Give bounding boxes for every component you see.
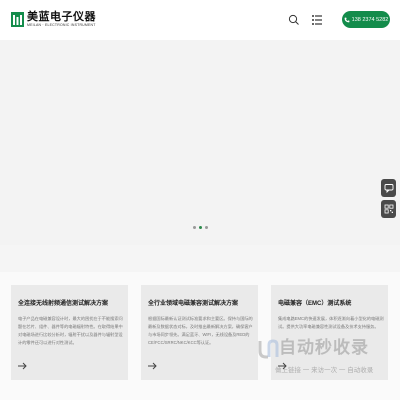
logo-mark-icon (11, 12, 24, 27)
carousel-dot-3[interactable] (205, 226, 208, 229)
menu-icon[interactable] (310, 13, 324, 27)
carousel-dot-1[interactable] (193, 226, 196, 229)
carousel-dot-2[interactable] (199, 226, 202, 229)
site-logo[interactable]: 美蓝电子仪器 MEILAN · ELECTRONIC INSTRUMENT (11, 11, 96, 28)
card-title: 全行业领域电磁兼容测试解决方案 (148, 301, 239, 307)
side-chat-button[interactable] (381, 179, 396, 197)
qrcode-icon (384, 204, 393, 214)
card-title: 电磁兼容（EMC）测试系统 (278, 301, 352, 307)
site-header: 美蓝电子仪器 MEILAN · ELECTRONIC INSTRUMENT 13… (0, 0, 400, 40)
arrow-right-icon[interactable] (17, 362, 27, 370)
arrow-right-icon[interactable] (147, 362, 157, 370)
logo-name: 美蓝电子仪器 (27, 11, 96, 23)
card-description: 集成电路EMC的快速发展，体积逐渐向着小型化的电磁测试。提供大功率电磁兼容性测试… (278, 316, 384, 329)
solution-card-2[interactable]: 全行业领域电磁兼容测试解决方案 根据国际最新认证测试标准要求和主要区。保持与国际… (141, 285, 258, 380)
card-description: 根据国际最新认证测试标准要求和主要区。保持与国际的最新及数据状态对标，及时推出最… (148, 316, 253, 345)
hero-banner[interactable] (0, 40, 400, 245)
watermark-subtext: 做上链接 一 来访一次 一 自动收录 (275, 367, 374, 374)
logo-subtitle: MEILAN · ELECTRONIC INSTRUMENT (27, 23, 96, 27)
search-icon[interactable] (288, 14, 300, 26)
solution-card-1[interactable]: 全连接无线射频通信测试解决方案 电子产品在电磁兼容设计时，最大的困扰在于不能搜索… (11, 285, 128, 380)
watermark-logo-icon (258, 339, 279, 359)
carousel-dots (193, 226, 208, 229)
watermark-overlay: 自动秒收录 做上链接 一 来访一次 一 自动收录 (255, 331, 390, 377)
card-description: 电子产品在电磁兼容设计时，最大的困扰在于不能搜索问题在芯片、组件、器件等的电磁辐… (18, 316, 123, 345)
side-qrcode-button[interactable] (381, 200, 396, 218)
phone-button[interactable]: 138 2374 5282 (342, 11, 390, 28)
phone-number: 138 2374 5282 (351, 16, 389, 23)
chat-icon (384, 184, 393, 193)
watermark-text: 自动秒收录 (279, 338, 369, 357)
phone-icon (344, 17, 350, 22)
card-title: 全连接无线射频通信测试解决方案 (18, 301, 109, 307)
